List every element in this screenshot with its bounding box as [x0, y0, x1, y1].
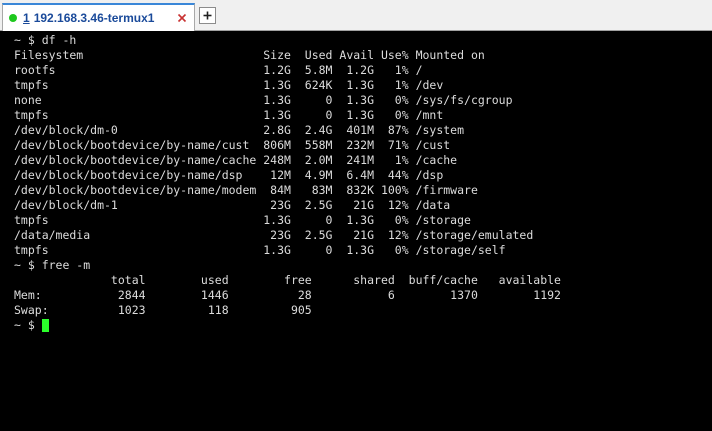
- text-cursor: [41, 319, 49, 332]
- terminal-line: /dev/block/bootdevice/by-name/cache 248M…: [14, 153, 458, 167]
- tab-index: 1: [23, 11, 30, 25]
- terminal-line: tmpfs 1.3G 624K 1.3G 1% /dev: [14, 78, 444, 92]
- terminal-line: tmpfs 1.3G 0 1.3G 0% /storage: [14, 213, 471, 227]
- terminal-line: tmpfs 1.3G 0 1.3G 0% /mnt: [14, 108, 444, 122]
- tab-bar: 1 192.168.3.46-termux1: [0, 0, 712, 31]
- terminal-line: Filesystem Size Used Avail Use% Mounted …: [14, 48, 485, 62]
- terminal-line: Mem: 2844 1446 28 6 1370 1192: [14, 288, 561, 302]
- new-tab-button[interactable]: [199, 7, 216, 24]
- terminal-line: Swap: 1023 118 905: [14, 303, 312, 317]
- terminal-line: none 1.3G 0 1.3G 0% /sys/fs/cgroup: [14, 93, 513, 107]
- terminal-line: /dev/block/bootdevice/by-name/modem 84M …: [14, 183, 478, 197]
- terminal-line: /dev/block/bootdevice/by-name/dsp 12M 4.…: [14, 168, 444, 182]
- close-icon[interactable]: [175, 11, 189, 25]
- terminal-window: 1 192.168.3.46-termux1 ~ $ df -h Filesys…: [0, 0, 712, 431]
- terminal-line: ~ $ free -m: [14, 258, 91, 272]
- terminal-line: /dev/block/bootdevice/by-name/cust 806M …: [14, 138, 451, 152]
- connection-status-icon: [9, 14, 17, 22]
- terminal-line: tmpfs 1.3G 0 1.3G 0% /storage/self: [14, 243, 506, 257]
- prompt-text: ~ $: [14, 318, 42, 332]
- terminal-line: ~ $ df -h: [14, 33, 77, 47]
- tab-title: 192.168.3.46-termux1: [33, 11, 155, 25]
- terminal-line: rootfs 1.2G 5.8M 1.2G 1% /: [14, 63, 423, 77]
- terminal-area[interactable]: ~ $ df -h Filesystem Size Used Avail Use…: [0, 31, 712, 431]
- plus-icon: [203, 11, 212, 20]
- terminal-line: /dev/block/dm-0 2.8G 2.4G 401M 87% /syst…: [14, 123, 465, 137]
- terminal-line: total used free shared buff/cache availa…: [14, 273, 561, 287]
- terminal-output: ~ $ df -h Filesystem Size Used Avail Use…: [14, 33, 561, 333]
- terminal-line: /data/media 23G 2.5G 21G 12% /storage/em…: [14, 228, 534, 242]
- terminal-line: /dev/block/dm-1 23G 2.5G 21G 12% /data: [14, 198, 451, 212]
- session-tab[interactable]: 1 192.168.3.46-termux1: [2, 3, 195, 31]
- active-prompt[interactable]: ~ $: [14, 318, 561, 333]
